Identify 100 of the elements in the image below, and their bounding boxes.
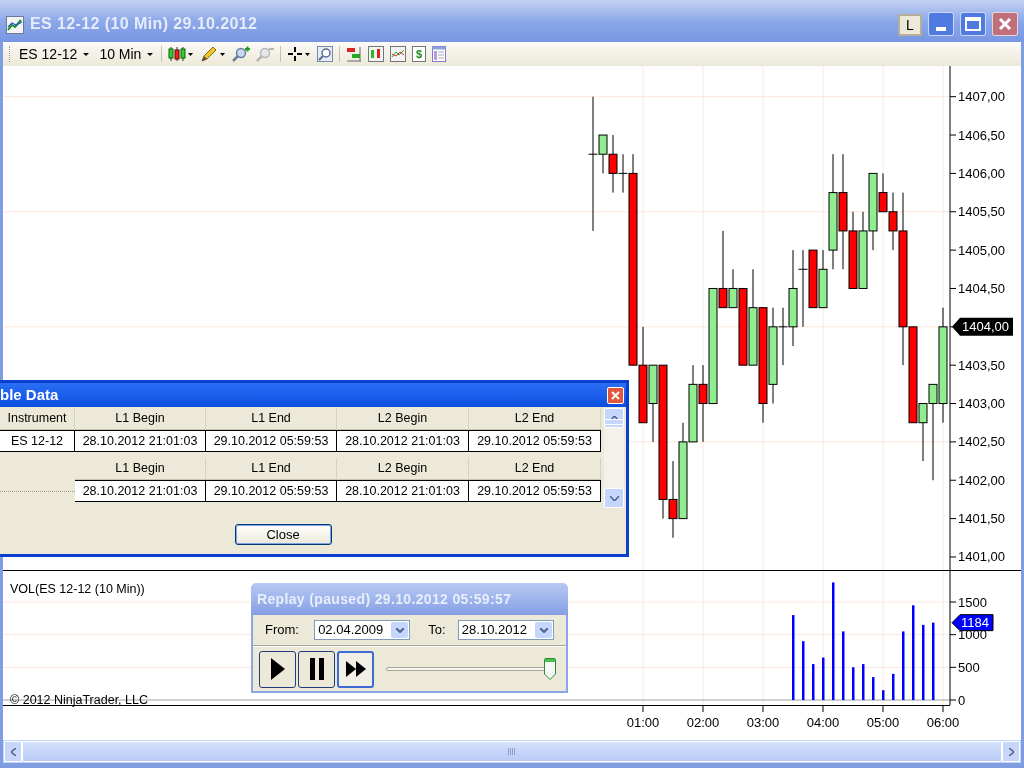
close-dialog-button[interactable]: Close [234,523,332,545]
grip-icon [508,748,516,755]
dropdown-button[interactable] [535,622,552,638]
close-icon [998,17,1012,31]
zoom-in-icon[interactable] [232,46,251,62]
table-cell: 28.10.2012 21:01:03 [75,480,206,502]
line-chart-icon[interactable] [390,46,407,62]
axis-label: 1403,50 [958,357,1005,373]
chart-icon [6,16,24,34]
table-cell: 29.10.2012 05:59:53 [206,430,337,452]
volume-bar [862,664,865,700]
axis-label: 1406,50 [958,127,1005,143]
copyright-text: © 2012 NinjaTrader, LLC [10,693,148,707]
column-header[interactable]: L1 End [206,458,337,480]
horizontal-scrollbar[interactable] [0,740,1024,764]
fast-forward-icon [345,661,366,677]
interval-dropdown[interactable]: 10 Min [97,43,156,65]
axis-label: 1500 [958,594,987,610]
chart-style-icon[interactable] [368,46,385,62]
volume-bar [892,673,895,700]
search-icon[interactable] [317,46,334,62]
last-price-marker: 1404,00 [952,317,1013,336]
candlestick-icon[interactable] [168,46,195,62]
volume-bar [902,631,905,700]
table-cell: 28.10.2012 21:01:03 [75,430,206,452]
minimize-icon [936,27,946,31]
axis-label: 1401,50 [958,511,1005,527]
play-button[interactable] [259,650,296,688]
axis-label: 1406,00 [958,165,1005,181]
axis-label: 1404,50 [958,280,1005,296]
axis-label: 05:00 [866,715,900,730]
to-label: To: [428,621,447,640]
axis-label: 1405,00 [958,242,1005,258]
axis-label: 04:00 [806,715,840,730]
chevron-down-icon [539,627,548,633]
table-cell: 29.10.2012 05:59:53 [206,480,337,502]
column-header[interactable]: L1 Begin [75,458,206,480]
axis-label: 03:00 [746,715,780,730]
instrument-dropdown[interactable]: ES 12-12 [17,43,92,65]
candle [808,249,818,309]
play-icon [270,658,285,680]
column-header[interactable]: L2 Begin [337,408,469,430]
properties-icon[interactable] [432,46,447,62]
volume-bar [852,667,855,700]
volume-bar [882,690,885,700]
caret-icon [83,52,90,56]
close-icon [611,390,620,400]
table-cell: 29.10.2012 05:59:53 [469,480,601,502]
to-date-field[interactable]: 28.10.2012 [457,620,554,640]
axis-label: 02:00 [686,715,720,730]
column-header[interactable]: L2 Begin [337,458,469,480]
axis-label: 06:00 [926,715,960,730]
column-header[interactable]: Instrument [0,408,75,430]
pencil-icon[interactable] [200,46,227,62]
table-cell: 28.10.2012 21:01:03 [337,480,469,502]
chevron-down-icon [395,627,404,633]
axis-label: 1403,00 [958,396,1005,412]
dropdown-button[interactable] [391,622,409,638]
column-header[interactable]: L1 Begin [75,408,206,430]
axis-label: 1402,50 [958,434,1005,450]
volume-bar [872,677,875,700]
fast-forward-button[interactable] [337,650,374,688]
scroll-thumb[interactable] [22,741,1002,762]
column-header[interactable]: L2 End [469,408,601,430]
axis-label: 1407,00 [958,89,1005,105]
close-button[interactable] [607,386,624,404]
pause-button[interactable] [298,650,335,688]
dollar-icon[interactable]: $ [412,46,427,62]
column-header[interactable]: L2 End [469,458,601,480]
vertical-scrollbar[interactable] [604,408,624,508]
from-date-field[interactable]: 02.04.2009 [314,620,411,640]
link-button[interactable]: L [898,14,922,36]
maximize-icon [965,17,981,31]
axis-label: 0 [958,692,966,708]
table-cell: 29.10.2012 05:59:53 [469,430,601,452]
scroll-right-button[interactable] [1002,741,1020,762]
caret-icon [147,52,154,56]
axis-label: 1402,00 [958,472,1005,488]
volume-bar [812,664,815,700]
minimize-button[interactable] [928,12,954,36]
slider-thumb[interactable] [544,658,556,680]
indicator-label: VOL(ES 12-12 (10 Min)) [10,582,145,596]
window-title: ES 12-12 (10 Min) 29.10.2012 [30,14,258,34]
pause-icon [309,658,324,680]
crosshair-icon[interactable] [287,46,312,62]
dialog-title: ble Data [0,384,59,405]
window-title: Replay (paused) 29.10.2012 05:59:57 [257,589,512,609]
close-button[interactable] [992,12,1018,36]
maximize-button[interactable] [960,12,986,36]
table-cell: 28.10.2012 21:01:03 [337,430,469,452]
volume-bar [822,657,825,700]
indicator-icon[interactable] [346,46,363,62]
scroll-left-button[interactable] [4,741,22,762]
column-header[interactable]: L1 End [206,408,337,430]
speed-slider[interactable] [386,658,556,680]
scroll-thumb[interactable] [604,419,624,425]
axis-label: 01:00 [626,715,660,730]
scroll-down-button[interactable] [604,488,624,508]
from-label: From: [265,621,300,640]
last-volume-marker: 1184 [951,614,994,632]
